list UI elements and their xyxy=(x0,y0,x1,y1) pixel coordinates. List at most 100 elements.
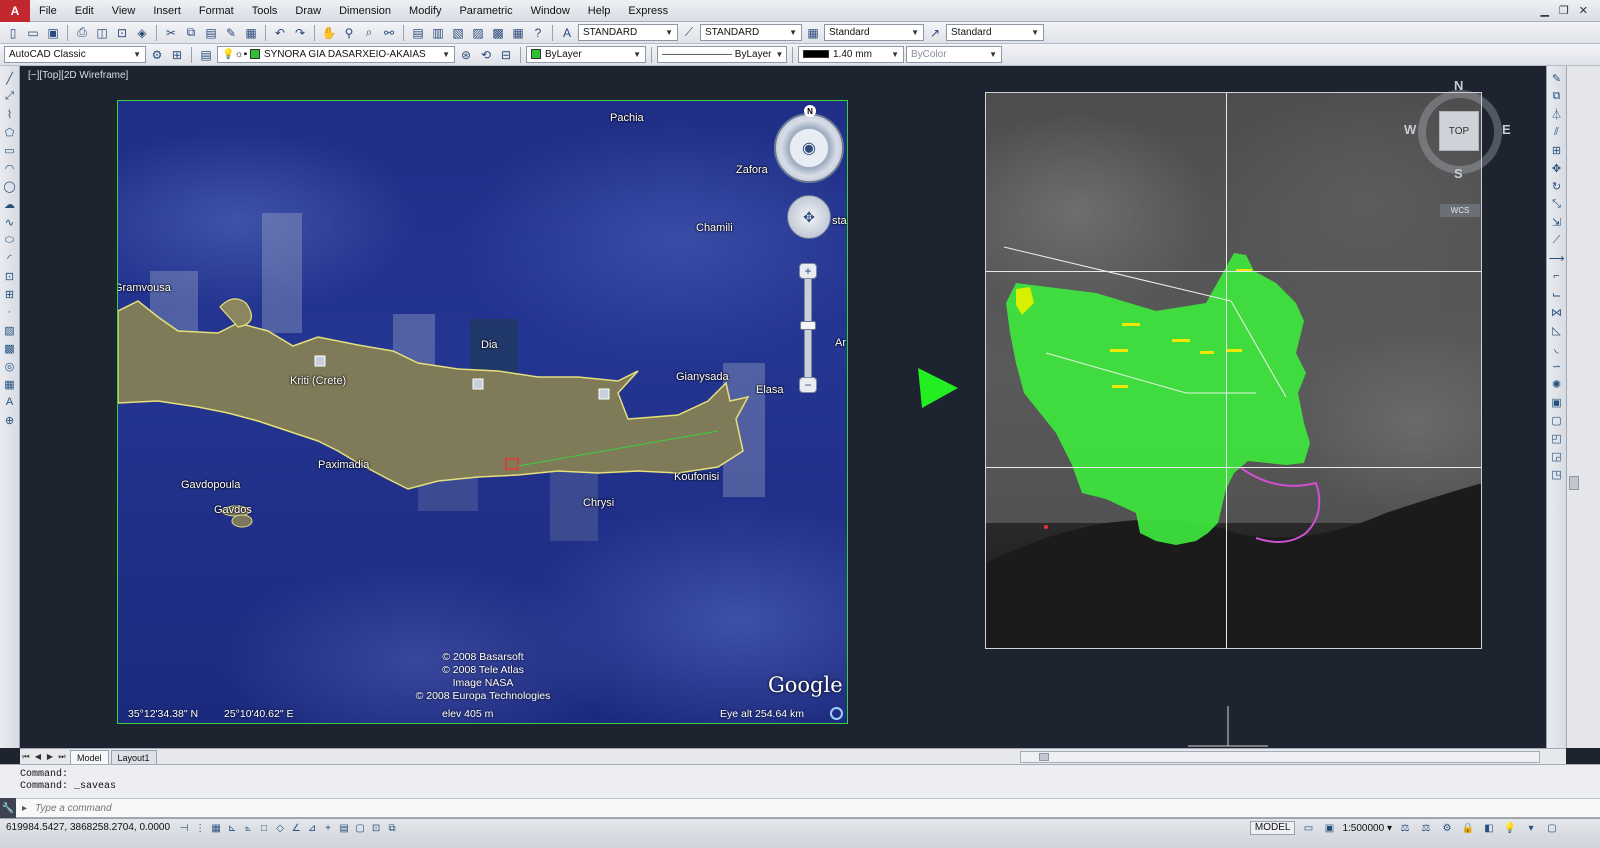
menu-help[interactable]: Help xyxy=(579,0,620,22)
quickcalc-icon[interactable]: ▦ xyxy=(509,24,527,41)
draworder-under-icon[interactable]: ◲ xyxy=(1549,448,1565,464)
dynamic-ucs-icon[interactable]: ⊿ xyxy=(304,821,320,835)
tab-layout1[interactable]: Layout1 xyxy=(110,749,157,764)
north-indicator[interactable]: N xyxy=(804,105,816,117)
menu-file[interactable]: File xyxy=(30,0,66,22)
copy-object-icon[interactable]: ⧉ xyxy=(1549,88,1565,104)
dim-style-select[interactable]: STANDARD ▼ xyxy=(700,24,802,41)
layer-states-icon[interactable]: ⊟ xyxy=(497,46,515,63)
save-icon[interactable]: ▣ xyxy=(44,24,62,41)
look-around-control[interactable]: ◉ xyxy=(774,113,844,183)
wcs-menu-button[interactable]: WCS xyxy=(1440,204,1480,217)
plot-preview-icon[interactable]: ◫ xyxy=(93,24,111,41)
first-tab-icon[interactable]: ⏮ xyxy=(20,751,32,763)
table-icon[interactable]: ▦ xyxy=(2,376,18,392)
multileader-style-icon[interactable]: ↗ xyxy=(926,24,944,41)
insert-block-icon[interactable]: ⊡ xyxy=(2,268,18,284)
plot-icon[interactable]: ⎙ xyxy=(73,24,91,41)
properties-icon[interactable]: ▤ xyxy=(409,24,427,41)
mirror-icon[interactable]: ⏃ xyxy=(1549,106,1565,122)
move-control[interactable]: ✥ xyxy=(787,195,831,239)
3d-object-snap-icon[interactable]: ◇ xyxy=(272,821,288,835)
grid-display-icon[interactable]: ▦ xyxy=(208,821,224,835)
menu-modify[interactable]: Modify xyxy=(400,0,450,22)
blend-icon[interactable]: ∽ xyxy=(1549,358,1565,374)
cut-icon[interactable]: ✂ xyxy=(162,24,180,41)
revision-cloud-icon[interactable]: ☁ xyxy=(2,196,18,212)
zoom-previous-icon[interactable]: ⚯ xyxy=(380,24,398,41)
viewcube-top-face[interactable]: TOP xyxy=(1439,111,1479,151)
vertical-scrollbar[interactable] xyxy=(1566,66,1580,748)
markup-icon[interactable]: ▩ xyxy=(489,24,507,41)
add-selected-icon[interactable]: ⊕ xyxy=(2,412,18,428)
scale-icon[interactable]: ⤡ xyxy=(1549,196,1565,212)
help-icon[interactable]: ? xyxy=(529,24,547,41)
3d-dwf-icon[interactable]: ◈ xyxy=(133,24,151,41)
auto-scale-icon[interactable]: ⚖ xyxy=(1418,821,1434,835)
paste-icon[interactable]: ▤ xyxy=(202,24,220,41)
ortho-mode-icon[interactable]: ⊾ xyxy=(224,821,240,835)
multiline-text-icon[interactable]: A xyxy=(2,394,18,410)
arc-icon[interactable]: ◠ xyxy=(2,160,18,176)
compass-east[interactable]: E xyxy=(1502,122,1511,137)
join-icon[interactable]: ⋈ xyxy=(1549,304,1565,320)
menu-express[interactable]: Express xyxy=(619,0,677,22)
compass-north[interactable]: N xyxy=(1454,78,1463,93)
table-style-icon[interactable]: ▦ xyxy=(804,24,822,41)
last-tab-icon[interactable]: ⏭ xyxy=(56,751,68,763)
command-input[interactable] xyxy=(35,802,636,814)
circle-icon[interactable]: ◯ xyxy=(2,178,18,194)
selection-cycling-icon[interactable]: ⧉ xyxy=(384,821,400,835)
text-to-front-icon[interactable]: ◳ xyxy=(1549,466,1565,482)
zoom-realtime-icon[interactable]: ⚲ xyxy=(340,24,358,41)
transparency-icon[interactable]: ▢ xyxy=(352,821,368,835)
customize-icon[interactable]: ⊞ xyxy=(168,46,186,63)
toolbar-lock-icon[interactable]: 🔒 xyxy=(1460,821,1476,835)
photo-marker[interactable] xyxy=(598,388,610,400)
tool-palettes-icon[interactable]: ▧ xyxy=(449,24,467,41)
ellipse-arc-icon[interactable]: ◜ xyxy=(2,250,18,266)
menu-draw[interactable]: Draw xyxy=(286,0,330,22)
multileader-style-select[interactable]: Standard ▼ xyxy=(946,24,1044,41)
draworder-above-icon[interactable]: ◰ xyxy=(1549,430,1565,446)
pan-icon[interactable]: ✋ xyxy=(320,24,338,41)
quick-properties-icon[interactable]: ⊡ xyxy=(368,821,384,835)
dynamic-input-icon[interactable]: + xyxy=(320,821,336,835)
chamfer-icon[interactable]: ◺ xyxy=(1549,322,1565,338)
open-icon[interactable]: ▭ xyxy=(24,24,42,41)
close-icon[interactable]: ✕ xyxy=(1579,4,1588,17)
zoom-out-button[interactable]: − xyxy=(799,377,817,393)
object-snap-tracking-icon[interactable]: ∠ xyxy=(288,821,304,835)
menu-tools[interactable]: Tools xyxy=(243,0,287,22)
ellipse-icon[interactable]: ⬭ xyxy=(2,232,18,248)
minimize-icon[interactable]: ▁ xyxy=(1540,4,1548,17)
prev-tab-icon[interactable]: ◀ xyxy=(32,751,44,763)
lineweight-select[interactable]: 1.40 mm ▼ xyxy=(798,46,904,63)
menu-format[interactable]: Format xyxy=(190,0,243,22)
extend-icon[interactable]: ⟶ xyxy=(1549,250,1565,266)
annotation-visibility-icon[interactable]: ⚖ xyxy=(1397,821,1413,835)
lineweight-toggle-icon[interactable]: ▤ xyxy=(336,821,352,835)
region-icon[interactable]: ◎ xyxy=(2,358,18,374)
workspace-switching-icon[interactable]: ⚙ xyxy=(1439,821,1455,835)
zoom-window-icon[interactable]: ⌕ xyxy=(360,24,378,41)
match-properties-icon[interactable]: ✎ xyxy=(222,24,240,41)
horizontal-scrollbar[interactable] xyxy=(1020,751,1540,763)
text-style-select[interactable]: STANDARD ▼ xyxy=(578,24,678,41)
horizontal-scroll-thumb[interactable] xyxy=(1039,753,1049,761)
menu-dimension[interactable]: Dimension xyxy=(330,0,400,22)
move-icon[interactable]: ✥ xyxy=(1549,160,1565,176)
menu-view[interactable]: View xyxy=(103,0,145,22)
quick-view-drawings-icon[interactable]: ▣ xyxy=(1321,821,1337,835)
publish-icon[interactable]: ⊡ xyxy=(113,24,131,41)
menu-window[interactable]: Window xyxy=(522,0,579,22)
restore-icon[interactable]: ❐ xyxy=(1559,4,1569,17)
trim-icon[interactable]: ⟋ xyxy=(1549,232,1565,248)
menu-parametric[interactable]: Parametric xyxy=(450,0,521,22)
photo-marker[interactable] xyxy=(472,378,484,390)
draworder-front-icon[interactable]: ▣ xyxy=(1549,394,1565,410)
polygon-icon[interactable]: ⬠ xyxy=(2,124,18,140)
photo-marker[interactable] xyxy=(314,355,326,367)
workspace-settings-icon[interactable]: ⚙ xyxy=(148,46,166,63)
array-icon[interactable]: ⊞ xyxy=(1549,142,1565,158)
